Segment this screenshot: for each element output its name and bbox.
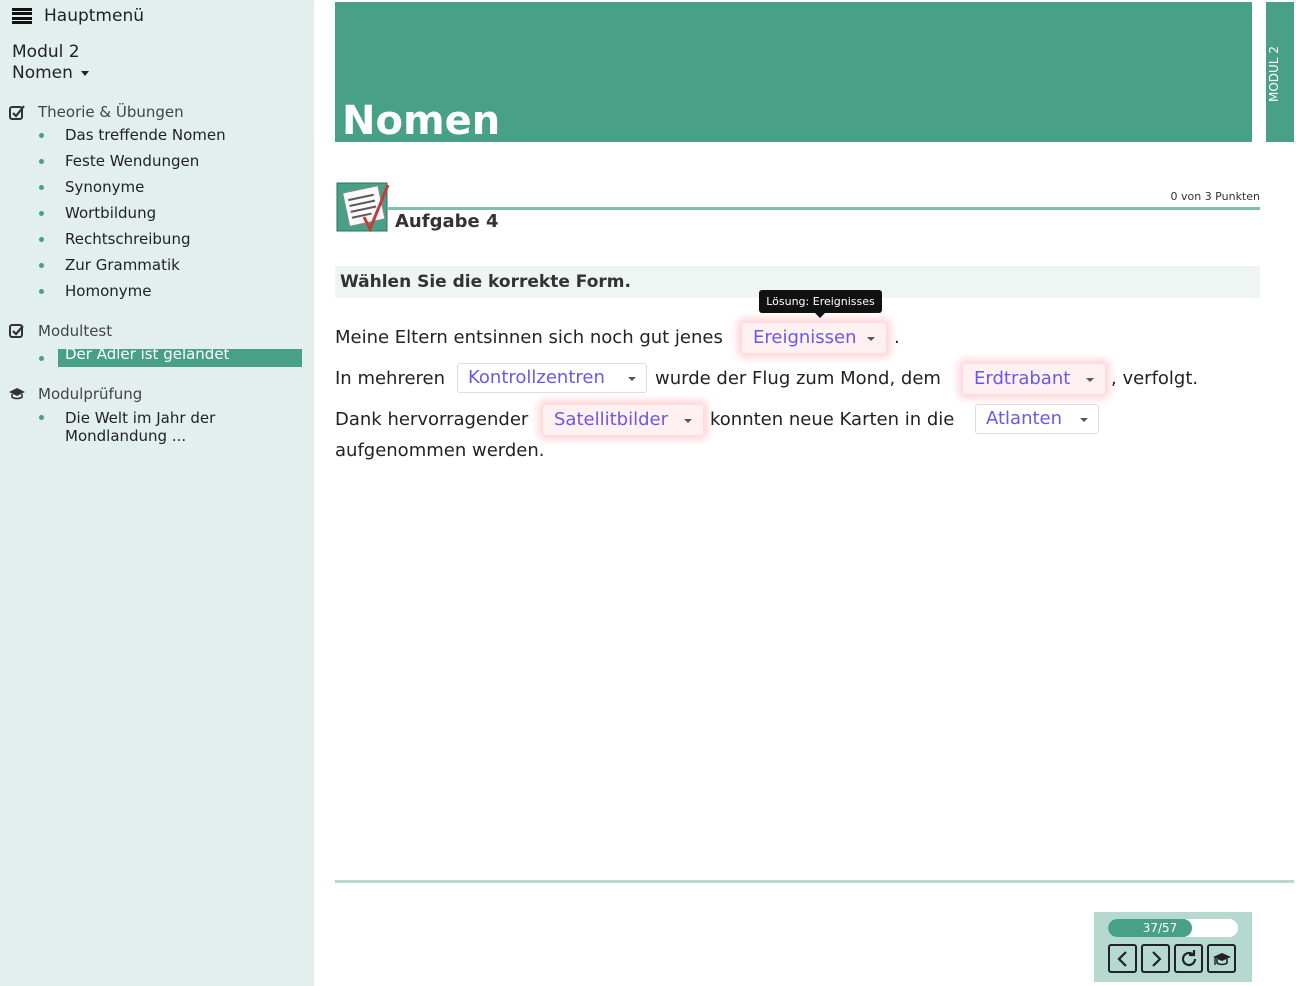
sentence-text: . — [894, 327, 900, 348]
caret-down-icon — [867, 337, 875, 341]
dropdown-value: Kontrollzentren — [468, 367, 605, 388]
answer-dropdown[interactable]: Atlanten — [975, 404, 1099, 434]
main-menu-label: Hauptmenü — [44, 6, 144, 26]
sidebar-item-zur-grammatik[interactable]: Zur Grammatik — [0, 252, 314, 278]
sidebar-item-label: Synonyme — [65, 178, 145, 196]
sidebar-item-label: Der Adler ist gelandet — [65, 345, 230, 363]
graduation-cap-icon — [9, 388, 25, 400]
task-checklist-icon — [336, 182, 390, 233]
hamburger-icon — [12, 8, 32, 24]
caret-down-icon — [1080, 418, 1088, 422]
footer-divider — [335, 880, 1294, 883]
sidebar: Hauptmenü Modul 2 Nomen Theorie & Übunge… — [0, 0, 314, 986]
topic-label: Nomen — [12, 63, 73, 83]
previous-button[interactable] — [1108, 944, 1137, 973]
sidebar-item-das-treffende-nomen[interactable]: Das treffende Nomen — [0, 122, 314, 148]
main-menu-button[interactable]: Hauptmenü — [12, 6, 144, 26]
graduation-cap-icon — [1212, 952, 1231, 965]
points-counter: 0 von 3 Punkten — [1170, 190, 1260, 203]
sidebar-item-die-welt-im-jahr[interactable]: Die Welt im Jahr der Mondlandung ... — [0, 409, 230, 445]
section-modultest-list: Der Adler ist gelandet — [0, 345, 314, 371]
sidebar-item-der-adler-ist-gelandet[interactable]: Der Adler ist gelandet — [0, 345, 314, 371]
caret-down-icon — [628, 377, 636, 381]
sidebar-item-synonyme[interactable]: Synonyme — [0, 174, 314, 200]
chevron-left-icon — [1116, 950, 1127, 967]
module-side-tab[interactable]: MODUL 2 — [1266, 2, 1294, 142]
section-modultest[interactable]: Modultest — [8, 322, 112, 340]
sentence-text: , verfolgt. — [1111, 368, 1199, 389]
sidebar-item-rechtschreibung[interactable]: Rechtschreibung — [0, 226, 314, 252]
dropdown-value: Atlanten — [986, 408, 1063, 429]
sidebar-item-label: Wortbildung — [65, 204, 157, 222]
module-selector[interactable]: Modul 2 Nomen — [12, 42, 89, 84]
sentence-text: aufgenommen werden. — [335, 440, 545, 461]
section-theorie-list: Das treffende Nomen Feste Wendungen Syno… — [0, 122, 314, 304]
sidebar-item-label: Rechtschreibung — [65, 230, 191, 248]
sidebar-item-feste-wendungen[interactable]: Feste Wendungen — [0, 148, 314, 174]
sentence-text: In mehreren — [335, 368, 446, 389]
sidebar-item-label: Das treffende Nomen — [65, 126, 226, 144]
answer-dropdown[interactable]: Satellitbilder — [543, 405, 703, 435]
caret-down-icon — [684, 419, 692, 423]
next-button[interactable] — [1141, 944, 1170, 973]
answer-dropdown[interactable]: Kontrollzentren — [457, 363, 647, 393]
sidebar-item-wortbildung[interactable]: Wortbildung — [0, 200, 314, 226]
refresh-icon — [1181, 949, 1196, 966]
sidebar-item-label: Die Welt im Jahr der Mondlandung ... — [65, 409, 216, 445]
answer-dropdown[interactable]: Erdtrabant — [963, 364, 1105, 394]
section-theorie[interactable]: Theorie & Übungen — [8, 103, 184, 121]
chevron-right-icon — [1151, 950, 1162, 967]
sentence-text: Dank hervorragender — [335, 409, 529, 430]
section-title: Modultest — [38, 322, 113, 340]
reset-button[interactable] — [1174, 944, 1203, 973]
section-title: Modulprüfung — [38, 385, 143, 403]
answer-dropdown[interactable]: Ereignissen — [742, 323, 886, 353]
sentence-text: wurde der Flug zum Mond, dem — [655, 368, 941, 389]
module-side-tab-label: MODUL 2 — [1267, 46, 1281, 102]
task-divider — [388, 207, 1260, 210]
dropdown-value: Erdtrabant — [974, 368, 1071, 389]
edit-check-icon — [9, 105, 25, 120]
navigation-panel: 37/57 — [1094, 912, 1252, 982]
solution-tooltip: Lösung: Ereignisses — [759, 290, 882, 318]
page-header: Nomen — [335, 2, 1252, 144]
section-title: Theorie & Übungen — [38, 103, 184, 121]
page-title: Nomen — [342, 98, 501, 144]
task-title: Aufgabe 4 — [395, 211, 499, 232]
section-modulpruefung-list: Die Welt im Jahr der Mondlandung ... — [0, 409, 314, 445]
sidebar-item-label: Homonyme — [65, 282, 152, 300]
sentence-text: konnten neue Karten in die — [710, 409, 955, 430]
dropdown-value: Ereignissen — [753, 327, 857, 348]
sidebar-item-homonyme[interactable]: Homonyme — [0, 278, 314, 304]
checkbox-check-icon — [9, 324, 24, 338]
section-modulpruefung[interactable]: Modulprüfung — [8, 385, 142, 403]
exam-button[interactable] — [1207, 944, 1236, 973]
progress-text: 37/57 — [1142, 921, 1178, 935]
progress-bar: 37/57 — [1108, 919, 1238, 937]
sidebar-item-label: Zur Grammatik — [65, 256, 180, 274]
sentence-text: Meine Eltern entsinnen sich noch gut jen… — [335, 327, 723, 348]
dropdown-value: Satellitbilder — [554, 409, 668, 430]
chevron-down-icon — [80, 70, 89, 76]
module-label: Modul 2 — [12, 42, 80, 62]
sidebar-item-label: Feste Wendungen — [65, 152, 200, 170]
caret-down-icon — [1086, 378, 1094, 382]
